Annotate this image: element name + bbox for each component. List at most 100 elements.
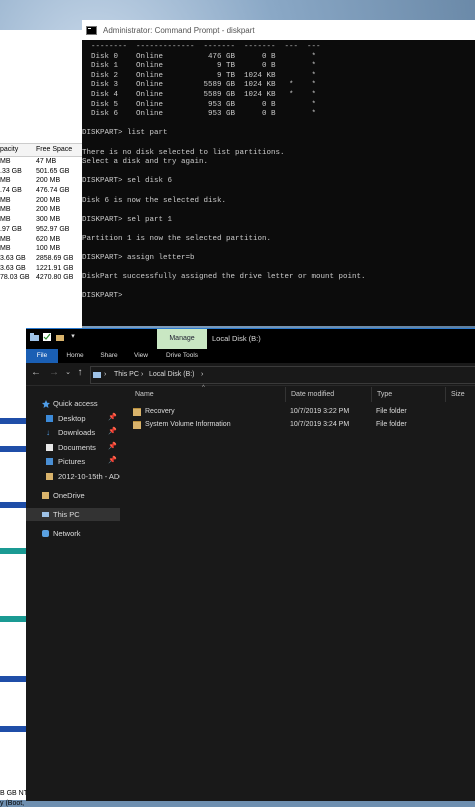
volume-row[interactable]: MB 300 MB — [0, 215, 82, 225]
column-date-modified[interactable]: Date modified — [286, 387, 372, 402]
nav-this-pc[interactable]: This PC — [26, 508, 120, 521]
forward-button[interactable]: → — [48, 367, 60, 379]
volume-row[interactable]: .97 GB 952.97 GB — [0, 225, 82, 235]
volume-free-space: 47 MB — [36, 158, 57, 165]
breadcrumb-this-pc[interactable]: This PC — [114, 367, 139, 383]
nav-network[interactable]: Network — [26, 527, 120, 540]
up-button[interactable]: ↑ — [74, 367, 86, 379]
nav-desktop[interactable]: Desktop 📌 — [26, 412, 120, 425]
pin-icon[interactable]: 📌 — [108, 427, 117, 435]
volume-row[interactable]: 3.63 GB 2858.69 GB — [0, 254, 82, 264]
pictures-icon — [46, 458, 53, 465]
tab-file[interactable]: File — [26, 349, 58, 363]
nav-downloads[interactable]: ↓ Downloads 📌 — [26, 426, 120, 439]
column-type[interactable]: Type — [372, 387, 446, 402]
disk-bar — [0, 616, 26, 622]
volume-row[interactable]: .33 GB 501.65 GB — [0, 167, 82, 177]
volume-free-space: 501.65 GB — [36, 167, 70, 175]
tab-home[interactable]: Home — [62, 349, 88, 363]
column-free-space[interactable]: Free Space — [34, 144, 82, 156]
console-line: DISKPART> sel part 1 — [82, 215, 173, 224]
console-line: DISKPART> assign letter=b — [82, 254, 195, 263]
volume-row[interactable]: MB 100 MB — [0, 244, 82, 254]
customize-toolbar-icon[interactable]: ▾ — [69, 333, 77, 341]
tab-drive-tools[interactable]: Drive Tools — [162, 349, 202, 363]
nav-label: Downloads — [58, 428, 96, 437]
tab-share[interactable]: Share — [96, 349, 122, 363]
cmd-titlebar[interactable]: Administrator: Command Prompt - diskpart — [82, 20, 475, 40]
file-row[interactable]: System Volume Information 10/7/2019 3:24… — [130, 418, 475, 431]
volume-row[interactable]: MB 200 MB — [0, 196, 82, 206]
quick-access-toolbar: ▾ — [30, 333, 77, 341]
nav-quick-access[interactable]: Quick access — [26, 397, 120, 410]
pin-icon[interactable]: 📌 — [108, 413, 117, 421]
desktop-icon — [46, 415, 53, 422]
volume-capacity: 3.63 GB — [0, 254, 26, 262]
column-capacity[interactable]: pacity — [0, 144, 34, 156]
pin-icon[interactable]: 📌 — [108, 442, 117, 450]
volume-row[interactable]: MB 200 MB — [0, 205, 82, 215]
volume-row[interactable]: MB 620 MB — [0, 235, 82, 245]
console-line: Partition 1 is now the selected partitio… — [82, 234, 272, 243]
pin-icon[interactable]: 📌 — [108, 456, 117, 464]
volume-row[interactable]: .74 GB 476.74 GB — [0, 186, 82, 196]
disk-bar — [0, 418, 26, 424]
tab-manage[interactable]: Manage — [157, 329, 207, 349]
volume-capacity: 3.63 GB — [0, 264, 26, 272]
nav-pictures[interactable]: Pictures 📌 — [26, 455, 120, 468]
address-bar-row: ← → ⌄ ↑ › This PC › Local Disk (B:) › — [26, 363, 475, 386]
volume-free-space: 4270.80 GB — [36, 274, 74, 282]
nav-recent-folder[interactable]: 2012-10-15th - ADC — [26, 470, 125, 483]
volume-free-space: 200 MB — [36, 177, 61, 185]
nav-label: Desktop — [58, 414, 86, 423]
file-row[interactable]: Recovery 10/7/2019 3:22 PM File folder — [130, 405, 475, 418]
download-icon: ↓ — [46, 428, 50, 437]
explorer-app-icon[interactable] — [30, 333, 39, 341]
column-name[interactable]: Name — [130, 387, 286, 402]
this-pc-icon — [93, 372, 101, 378]
console-line: Disk 6 is now the selected disk. — [82, 196, 227, 205]
command-prompt-window[interactable]: Administrator: Command Prompt - diskpart… — [82, 20, 475, 326]
cmd-console[interactable]: -------- ------------- ------- ------- -… — [82, 40, 475, 302]
file-name: System Volume Information — [145, 421, 231, 428]
documents-icon — [46, 444, 53, 451]
nav-onedrive[interactable]: OneDrive — [26, 489, 120, 502]
address-bar[interactable]: › This PC › Local Disk (B:) › — [90, 366, 475, 384]
volume-capacity: MB — [0, 196, 11, 204]
volume-capacity: MB — [0, 158, 11, 165]
file-date: 10/7/2019 3:22 PM — [290, 408, 350, 415]
folder-icon — [133, 421, 141, 429]
volume-row[interactable]: MB 200 MB — [0, 176, 82, 186]
star-icon — [42, 400, 50, 408]
explorer-titlebar[interactable]: ▾ Manage Local Disk (B:) — [26, 329, 475, 349]
breadcrumb-chevron-icon[interactable]: › — [141, 367, 143, 383]
volume-free-space: 100 MB — [36, 245, 61, 253]
disk-bar — [0, 502, 26, 508]
nav-documents[interactable]: Documents 📌 — [26, 441, 120, 454]
console-line: Disk 1 Online 9 TB 0 B * — [82, 62, 317, 71]
back-button[interactable]: ← — [30, 367, 42, 379]
column-size[interactable]: Size — [446, 387, 475, 402]
properties-icon[interactable] — [43, 333, 51, 341]
breadcrumb-chevron-icon[interactable]: › — [201, 367, 203, 383]
volume-row[interactable]: 3.63 GB 1221.91 GB — [0, 264, 82, 274]
ribbon-tabs: File Home Share View Drive Tools — [26, 349, 475, 363]
file-list: Name Date modified Type Size ^ Recovery … — [120, 385, 475, 801]
volume-row[interactable]: MB 47 MB — [0, 157, 82, 167]
breadcrumb-local-disk[interactable]: Local Disk (B:) — [149, 367, 195, 383]
console-line: Disk 5 Online 953 GB 0 B * — [82, 100, 317, 109]
tab-view[interactable]: View — [129, 349, 153, 363]
recent-locations-icon[interactable]: ⌄ — [62, 367, 74, 379]
breadcrumb-chevron-icon[interactable]: › — [104, 367, 106, 383]
file-type: File folder — [376, 421, 407, 428]
volume-free-space: 952.97 GB — [36, 225, 70, 233]
nav-label: Documents — [58, 443, 96, 452]
volume-free-space: 2858.69 GB — [36, 254, 74, 262]
new-folder-icon[interactable] — [56, 333, 64, 341]
nav-label: 2012-10-15th - ADC — [58, 472, 125, 481]
computer-icon — [42, 512, 49, 517]
volume-free-space: 620 MB — [36, 235, 61, 243]
volume-row[interactable]: 78.03 GB 4270.80 GB — [0, 273, 82, 283]
